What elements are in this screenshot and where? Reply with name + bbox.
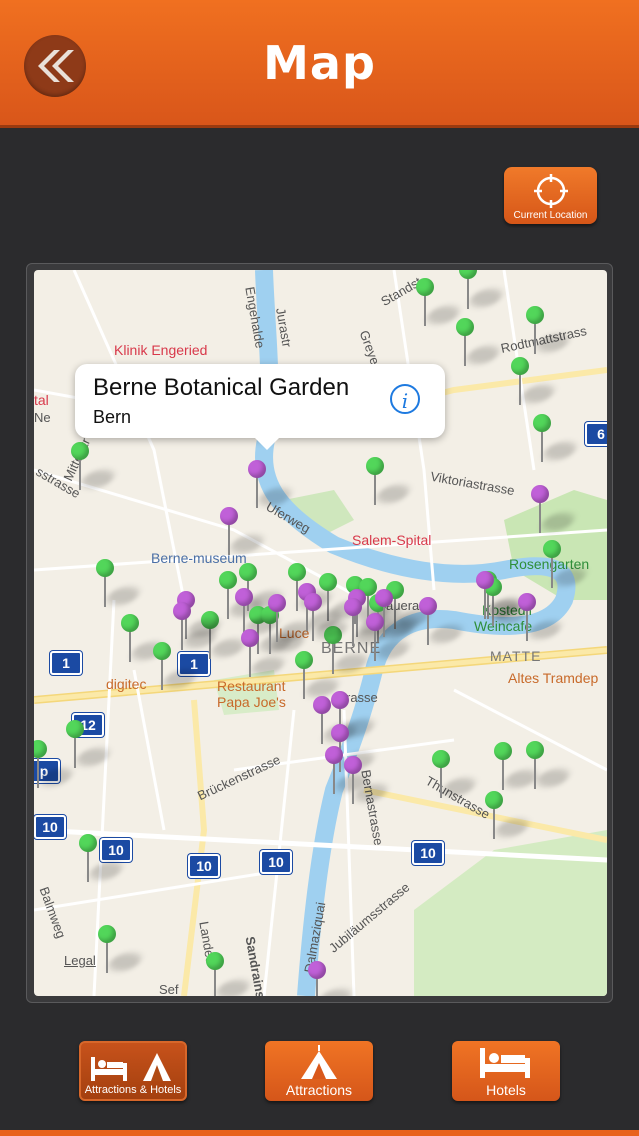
legal-link[interactable]: Legal [64,953,96,968]
info-icon[interactable]: i [390,384,420,414]
route-shield: 10 [188,854,220,878]
map-label-matte: MATTE [490,648,542,664]
map-pin-purple[interactable] [248,460,296,510]
map-pin-purple[interactable] [308,961,356,996]
map-pin-green[interactable] [456,318,504,368]
tab-attractions[interactable]: Attractions [265,1041,373,1101]
map-pin-purple[interactable] [220,507,268,557]
map-pin-purple[interactable] [344,598,392,648]
map-pin-green[interactable] [98,925,146,975]
tab-label: Attractions [285,1082,353,1098]
map-label-klinik: Klinik Engeried [114,342,208,358]
map-label-digitec: digitec [106,676,147,692]
current-location-label: Current Location [513,210,588,221]
map-pin-green[interactable] [533,414,581,464]
callout-subtitle: Bern [93,407,132,427]
map-label-tal: tal [34,392,49,408]
map-pin-green[interactable] [485,791,533,841]
map-callout[interactable]: Berne Botanical Garden Bern i [75,364,445,450]
map-pin-green[interactable] [416,278,464,328]
map-pin-purple[interactable] [518,593,566,643]
tab-label: Attractions & Hotels [84,1084,182,1096]
map-label-altes: Altes Tramdep [508,670,599,686]
map-label-rasse: rasse [346,690,378,705]
map-pin-purple[interactable] [531,485,579,535]
map-pin-green[interactable] [526,306,574,356]
map-pin-green[interactable] [34,740,77,790]
map-pin-purple[interactable] [325,746,373,796]
map-pin-green[interactable] [71,442,119,492]
route-shield: 10 [412,841,444,865]
map-pin-green[interactable] [121,614,169,664]
map-pin-green[interactable] [511,357,559,407]
map-pin-green[interactable] [526,741,574,791]
map-pin-green[interactable] [96,559,144,609]
map-label-salem: Salem-Spital [352,532,432,548]
route-shield: 10 [100,838,132,862]
tab-hotels[interactable]: Hotels [452,1041,560,1101]
route-shield: 1 [50,651,82,675]
route-shield: 10 [34,815,66,839]
map-pin-green[interactable] [79,834,127,884]
page-title: Map [263,36,376,90]
crosshair-icon [534,174,568,208]
map-label-sef: Sef [159,982,179,996]
map-pin-green[interactable] [66,720,114,770]
map-pin-purple[interactable] [366,613,414,663]
map-pin-green[interactable] [366,457,414,507]
map-label-restaurant: Restaurant [217,678,286,694]
map-pin-green[interactable] [494,742,542,792]
callout-title: Berne Botanical Garden [93,374,350,401]
bed-icon [480,1048,530,1078]
tab-attractions-hotels[interactable]: Attractions & Hotels [79,1041,187,1101]
route-shield: 6 [585,422,607,446]
map-pin-green[interactable] [543,540,591,590]
map-pin-purple[interactable] [344,756,392,806]
map-pin-green[interactable] [295,651,343,701]
tab-label: Hotels [486,1082,526,1098]
map-pin-purple[interactable] [313,696,361,746]
current-location-button[interactable]: Current Location [504,167,597,224]
bed-and-tent-icon [91,1053,171,1081]
route-shield: 10 [260,850,292,874]
map-label-papajoes: Papa Joe's [217,694,286,710]
map-pin-purple[interactable] [173,602,221,652]
map-pin-purple[interactable] [476,571,524,621]
bottom-strip [0,1130,639,1136]
map-label-ne: Ne [34,410,51,425]
map-pin-purple[interactable] [241,629,289,679]
map-pin-green[interactable] [432,750,480,800]
header-bar: Map [0,0,639,128]
map-pin-purple[interactable] [419,597,467,647]
map-pin-purple[interactable] [304,593,352,643]
tent-icon [301,1045,337,1079]
map-pin-green[interactable] [459,270,507,311]
map-pin-purple[interactable] [268,594,316,644]
map-pin-green[interactable] [153,642,201,692]
map-pin-green[interactable] [206,952,254,996]
